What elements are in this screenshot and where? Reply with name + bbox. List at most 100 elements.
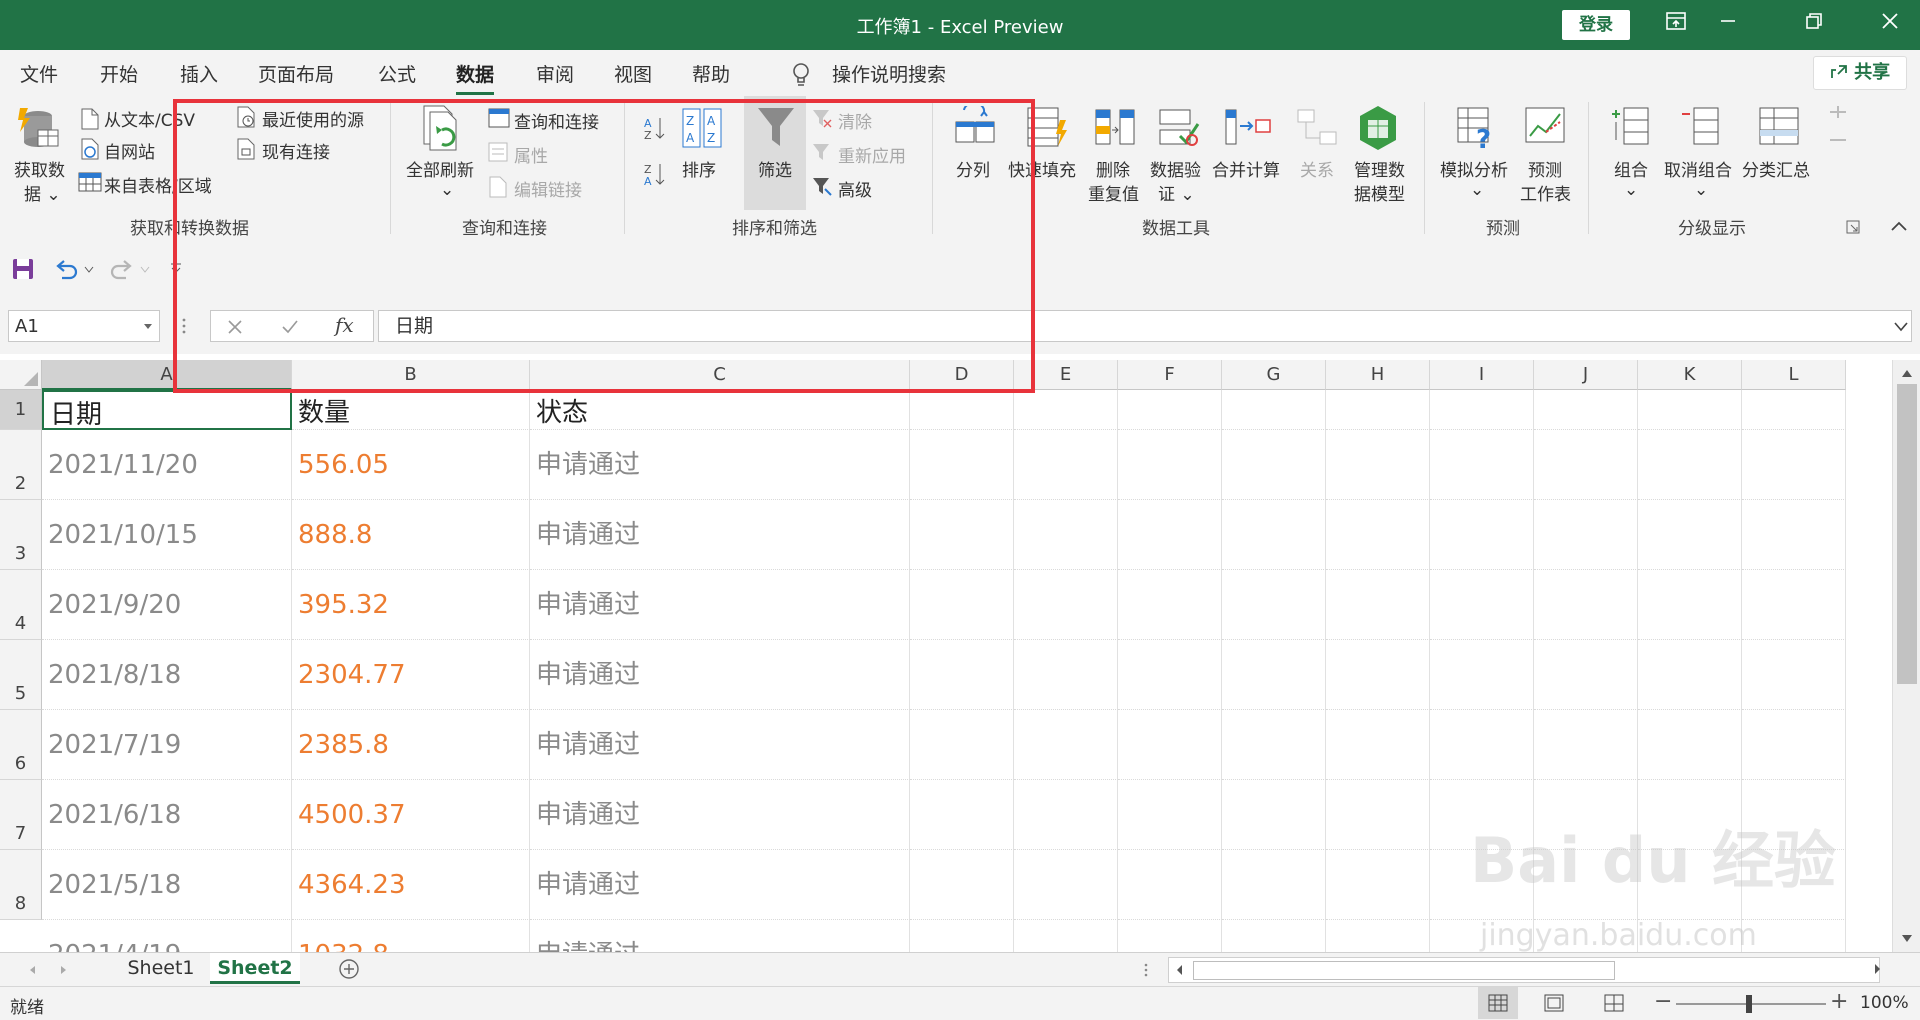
column-header-i[interactable]: I: [1430, 360, 1534, 390]
empty-cell[interactable]: [910, 640, 1014, 710]
sheet-tab-sheet2[interactable]: Sheet2: [210, 953, 300, 984]
quantity-cell[interactable]: 1032.8: [292, 920, 530, 952]
column-header-j[interactable]: J: [1534, 360, 1638, 390]
row-header-7[interactable]: 7: [0, 780, 42, 850]
status-cell[interactable]: 申请通过: [530, 430, 910, 500]
empty-cell[interactable]: [910, 390, 1014, 430]
empty-cell[interactable]: [1430, 710, 1534, 780]
empty-cell[interactable]: [1534, 390, 1638, 430]
empty-cell[interactable]: [1638, 500, 1742, 570]
name-box-dropdown-icon[interactable]: [143, 323, 153, 331]
empty-cell[interactable]: [910, 710, 1014, 780]
ungroup-arrow[interactable]: ⌄: [1694, 180, 1708, 200]
date-cell[interactable]: 2021/10/15: [42, 500, 292, 570]
sheet-next-icon[interactable]: [60, 965, 68, 975]
empty-cell[interactable]: [1222, 430, 1326, 500]
empty-cell[interactable]: [1222, 570, 1326, 640]
date-cell[interactable]: 2021/7/19: [42, 710, 292, 780]
date-cell[interactable]: 2021/4/19: [42, 920, 292, 952]
empty-cell[interactable]: [1118, 500, 1222, 570]
row-header-3[interactable]: 3: [0, 500, 42, 570]
empty-cell[interactable]: [1638, 640, 1742, 710]
redo-icon[interactable]: [110, 258, 134, 280]
header-cell[interactable]: 数量: [292, 390, 530, 430]
page-break-view-icon[interactable]: [1604, 994, 1624, 1012]
tab-insert[interactable]: 插入: [180, 60, 218, 87]
status-cell[interactable]: 申请通过: [530, 640, 910, 710]
scroll-right-icon[interactable]: [1874, 963, 1882, 975]
scroll-left-icon[interactable]: [1175, 964, 1183, 976]
empty-cell[interactable]: [1222, 710, 1326, 780]
forecast-sheet-label2[interactable]: 工作表: [1520, 180, 1571, 205]
sheet-tab-sheet1[interactable]: Sheet1: [112, 953, 211, 983]
empty-cell[interactable]: [910, 780, 1014, 850]
empty-cell[interactable]: [1326, 430, 1430, 500]
quantity-cell[interactable]: 4364.23: [292, 850, 530, 920]
empty-cell[interactable]: [1014, 390, 1118, 430]
ribbon-display-icon[interactable]: [1656, 10, 1696, 40]
subtotal-button[interactable]: 分类汇总: [1742, 156, 1810, 181]
empty-cell[interactable]: [1014, 640, 1118, 710]
get-data-arrow[interactable]: 据 ⌄: [24, 180, 61, 205]
vertical-scrollbar[interactable]: [1892, 360, 1920, 952]
collapse-ribbon-icon[interactable]: [1890, 220, 1908, 232]
empty-cell[interactable]: [910, 920, 1014, 952]
tab-home[interactable]: 开始: [100, 60, 138, 87]
undo-icon[interactable]: [54, 258, 78, 280]
status-cell[interactable]: 申请通过: [530, 920, 910, 952]
row-header-6[interactable]: 6: [0, 710, 42, 780]
group-button[interactable]: 组合: [1614, 156, 1648, 181]
date-cell[interactable]: 2021/6/18: [42, 780, 292, 850]
empty-cell[interactable]: [1638, 390, 1742, 430]
empty-cell[interactable]: [1326, 850, 1430, 920]
empty-cell[interactable]: [1118, 710, 1222, 780]
empty-cell[interactable]: [1118, 390, 1222, 430]
empty-cell[interactable]: [1742, 500, 1846, 570]
tab-view[interactable]: 视图: [614, 60, 652, 87]
empty-cell[interactable]: [1326, 570, 1430, 640]
empty-cell[interactable]: [1430, 570, 1534, 640]
dialog-launcher-icon[interactable]: [1846, 220, 1860, 234]
status-cell[interactable]: 申请通过: [530, 570, 910, 640]
status-cell[interactable]: 申请通过: [530, 500, 910, 570]
empty-cell[interactable]: [1326, 640, 1430, 710]
from-web-button[interactable]: 自网站: [104, 138, 155, 163]
empty-cell[interactable]: [1118, 920, 1222, 952]
row-header-4[interactable]: 4: [0, 570, 42, 640]
horizontal-scrollbar[interactable]: [1168, 957, 1880, 983]
zoom-level[interactable]: 100%: [1860, 993, 1909, 1013]
empty-cell[interactable]: [1118, 850, 1222, 920]
select-all-corner[interactable]: [0, 360, 42, 390]
relationships-button[interactable]: 关系: [1300, 156, 1334, 181]
empty-cell[interactable]: [1430, 430, 1534, 500]
empty-cell[interactable]: [1222, 850, 1326, 920]
column-header-k[interactable]: K: [1638, 360, 1742, 390]
empty-cell[interactable]: [1534, 710, 1638, 780]
manage-data-model-button[interactable]: 管理数: [1354, 156, 1405, 181]
empty-cell[interactable]: [1534, 570, 1638, 640]
undo-dropdown-icon[interactable]: [84, 266, 94, 274]
quantity-cell[interactable]: 4500.37: [292, 780, 530, 850]
quantity-cell[interactable]: 395.32: [292, 570, 530, 640]
zoom-in-button[interactable]: +: [1830, 989, 1848, 1014]
column-header-l[interactable]: L: [1742, 360, 1846, 390]
empty-cell[interactable]: [1118, 430, 1222, 500]
close-icon[interactable]: [1870, 10, 1910, 40]
tab-help[interactable]: 帮助: [692, 60, 730, 87]
data-validation-arrow[interactable]: 证 ⌄: [1158, 180, 1195, 205]
empty-cell[interactable]: [1014, 430, 1118, 500]
header-cell[interactable]: 状态: [530, 390, 910, 430]
tab-review[interactable]: 审阅: [536, 60, 574, 87]
what-if-analysis-button[interactable]: 模拟分析: [1440, 156, 1508, 181]
empty-cell[interactable]: [1430, 640, 1534, 710]
empty-cell[interactable]: [1014, 710, 1118, 780]
empty-cell[interactable]: [1430, 390, 1534, 430]
login-button[interactable]: 登录: [1562, 10, 1630, 40]
date-cell[interactable]: 2021/11/20: [42, 430, 292, 500]
empty-cell[interactable]: [910, 570, 1014, 640]
empty-cell[interactable]: [1742, 570, 1846, 640]
zoom-slider-handle[interactable]: [1746, 995, 1752, 1013]
consolidate-button[interactable]: 合并计算: [1212, 156, 1280, 181]
column-header-f[interactable]: F: [1118, 360, 1222, 390]
name-box[interactable]: A1: [8, 310, 160, 342]
